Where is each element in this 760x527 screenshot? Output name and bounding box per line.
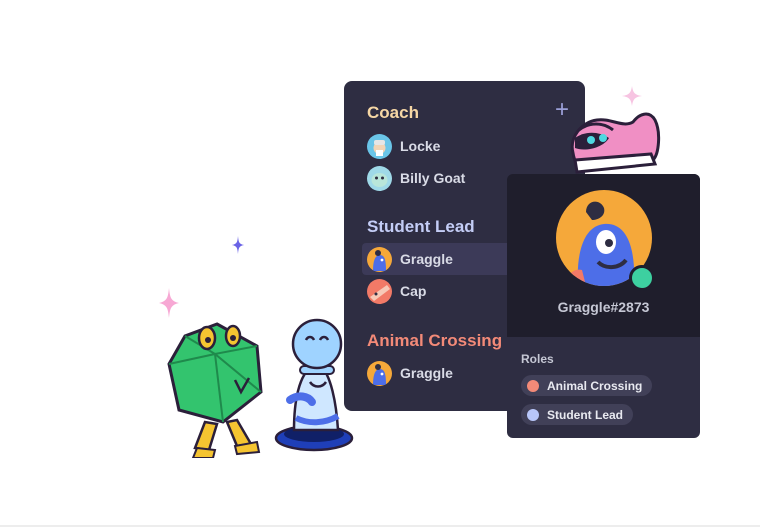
avatar bbox=[367, 246, 392, 272]
member-name: Cap bbox=[400, 283, 427, 299]
avatar bbox=[367, 133, 392, 159]
dice-character-illustration bbox=[167, 322, 263, 458]
sparkle-icon bbox=[159, 288, 179, 318]
avatar bbox=[367, 360, 392, 386]
role-header-animal-crossing: Animal Crossing bbox=[367, 331, 503, 350]
role-pill-animal-crossing[interactable]: Animal Crossing bbox=[521, 375, 653, 396]
role-label: Animal Crossing bbox=[547, 378, 643, 393]
sparkle-icon bbox=[232, 236, 244, 254]
member-billy-goat[interactable]: Billy Goat bbox=[362, 162, 502, 194]
avatar bbox=[367, 278, 392, 304]
role-pill-student-lead[interactable]: Student Lead bbox=[521, 404, 634, 425]
member-name: Billy Goat bbox=[400, 170, 466, 186]
role-header-student-lead: Student Lead bbox=[367, 217, 475, 236]
member-locke[interactable]: Locke bbox=[362, 130, 502, 162]
roles-heading: Roles bbox=[521, 352, 554, 366]
online-status-indicator bbox=[629, 265, 655, 291]
profile-username: Graggle#2873 bbox=[557, 299, 650, 315]
sparkle-icon bbox=[622, 86, 642, 106]
sneaker-character-illustration bbox=[570, 112, 661, 174]
role-color-dot bbox=[527, 379, 539, 392]
member-name: Graggle bbox=[400, 365, 453, 381]
profile-card: Graggle#2873 Roles Animal Crossing Stude… bbox=[507, 174, 700, 438]
role-header-coach: Coach bbox=[367, 103, 419, 122]
member-name: Graggle bbox=[400, 251, 453, 267]
avatar bbox=[367, 165, 392, 191]
profile-banner: Graggle#2873 bbox=[507, 174, 700, 337]
member-graggle-selected[interactable]: Graggle bbox=[362, 243, 512, 275]
member-graggle[interactable]: Graggle bbox=[362, 357, 502, 389]
chess-pawn-character-illustration bbox=[274, 318, 354, 452]
member-name: Locke bbox=[400, 138, 441, 154]
role-label: Student Lead bbox=[547, 407, 624, 422]
member-cap[interactable]: Cap bbox=[362, 275, 502, 307]
role-color-dot bbox=[527, 408, 539, 421]
